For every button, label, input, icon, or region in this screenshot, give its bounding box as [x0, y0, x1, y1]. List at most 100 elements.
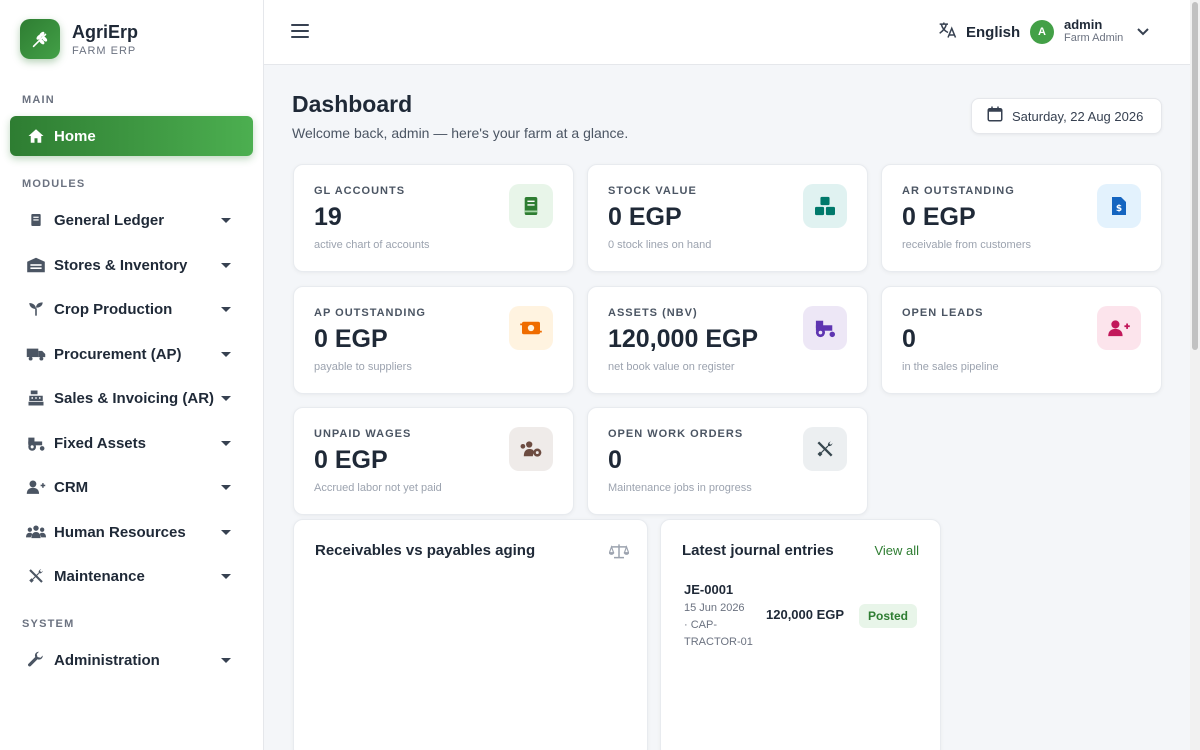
chevron-down-icon: [221, 395, 231, 401]
date-label: Saturday, 22 Aug 2026: [1012, 108, 1144, 124]
panel-title: Receivables vs payables aging: [315, 542, 536, 559]
ledger-icon: [26, 210, 46, 230]
chevron-down-icon: [221, 262, 231, 268]
user-menu[interactable]: A admin Farm Admin: [1030, 17, 1150, 45]
user-role: Farm Admin: [1064, 32, 1124, 44]
kpi-value: 19: [314, 203, 342, 231]
sidebar-item-procurement[interactable]: Procurement (AP): [10, 334, 253, 374]
sidebar-item-label: Crop Production: [54, 300, 173, 318]
kpi-label: ASSETS (NBV): [608, 307, 698, 319]
sidebar-item-general-ledger[interactable]: General Ledger: [10, 200, 253, 240]
kpi-label: STOCK VALUE: [608, 185, 697, 197]
journal-entry-meta: 15 Jun 2026 · CAP-TRACTOR-01: [684, 600, 764, 651]
sidebar-item-crop-production[interactable]: Crop Production: [10, 289, 253, 329]
sidebar-item-label: Home: [54, 127, 96, 145]
add-user-icon: [1097, 306, 1141, 350]
brand-name: AgriErp: [72, 22, 139, 42]
tools-icon: [803, 427, 847, 471]
chevron-down-icon: [221, 484, 231, 490]
sidebar-item-home[interactable]: Home: [10, 116, 253, 156]
chevron-down-icon: [221, 657, 231, 663]
sprout-icon: [26, 299, 46, 319]
kpi-label: OPEN WORK ORDERS: [608, 428, 744, 440]
kpi-label: AR OUTSTANDING: [902, 185, 1015, 197]
scrollbar-thumb[interactable]: [1192, 2, 1198, 350]
page-title: Dashboard: [292, 91, 413, 117]
section-label-system: SYSTEM: [22, 618, 75, 630]
kpi-card-assets-nbv[interactable]: ASSETS (NBV) 120,000 EGP net book value …: [587, 286, 868, 394]
svg-text:$: $: [1116, 204, 1122, 214]
sidebar-item-maintenance[interactable]: Maintenance: [10, 556, 253, 596]
tractor-icon: [803, 306, 847, 350]
kpi-card-open-leads[interactable]: OPEN LEADS 0 in the sales pipeline: [881, 286, 1162, 394]
menu-toggle-button[interactable]: [291, 24, 309, 40]
sidebar-item-stores-inventory[interactable]: Stores & Inventory: [10, 245, 253, 285]
sidebar-item-crm[interactable]: CRM: [10, 467, 253, 507]
brand-subtitle: FARM ERP: [72, 45, 137, 57]
kpi-value: 0: [902, 325, 916, 353]
kpi-subtext: receivable from customers: [902, 239, 1031, 251]
sidebar-item-human-resources[interactable]: Human Resources: [10, 512, 253, 552]
journal-panel: Latest journal entries View all JE-0001 …: [660, 519, 941, 750]
sidebar-item-label: Human Resources: [54, 523, 186, 541]
sidebar-item-fixed-assets[interactable]: Fixed Assets: [10, 423, 253, 463]
sidebar-item-label: Stores & Inventory: [54, 256, 188, 274]
tractor-icon: [26, 433, 46, 453]
truck-icon: [26, 344, 46, 364]
kpi-label: OPEN LEADS: [902, 307, 984, 319]
kpi-label: GL ACCOUNTS: [314, 185, 406, 197]
kpi-card-gl-accounts[interactable]: GL ACCOUNTS 19 active chart of accounts: [293, 164, 574, 272]
home-icon: [26, 126, 46, 146]
people-icon: [26, 522, 46, 542]
invoice-icon: $: [1097, 184, 1141, 228]
kpi-value: 0: [608, 446, 622, 474]
kpi-subtext: active chart of accounts: [314, 239, 430, 251]
book-icon: [509, 184, 553, 228]
boxes-icon: [803, 184, 847, 228]
kpi-subtext: net book value on register: [608, 361, 735, 373]
kpi-subtext: 0 stock lines on hand: [608, 239, 712, 251]
brand[interactable]: AgriErp FARM ERP: [20, 19, 138, 59]
journal-entry-id: JE-0001: [684, 582, 734, 597]
add-user-icon: [26, 477, 46, 497]
people-cog-icon: [509, 427, 553, 471]
sidebar-item-label: Sales & Invoicing (AR): [54, 389, 215, 407]
panel-title: Latest journal entries: [682, 542, 834, 559]
section-label-main: MAIN: [22, 94, 55, 106]
kpi-value: 0 EGP: [608, 203, 682, 231]
kpi-label: AP OUTSTANDING: [314, 307, 426, 319]
money-transfer-icon: [509, 306, 553, 350]
kpi-card-stock-value[interactable]: STOCK VALUE 0 EGP 0 stock lines on hand: [587, 164, 868, 272]
sidebar-item-label: Administration: [54, 651, 160, 669]
wheat-logo-icon: [20, 19, 60, 59]
avatar: A: [1030, 19, 1054, 44]
kpi-card-ar-outstanding[interactable]: AR OUTSTANDING 0 EGP receivable from cus…: [881, 164, 1162, 272]
language-switcher[interactable]: English: [938, 20, 1020, 45]
language-label: English: [966, 24, 1021, 41]
user-name: admin: [1064, 17, 1103, 32]
kpi-subtext: Accrued labor not yet paid: [314, 482, 442, 494]
view-all-link[interactable]: View all: [874, 543, 919, 558]
sidebar-item-label: General Ledger: [54, 211, 165, 229]
kpi-card-open-work-orders[interactable]: OPEN WORK ORDERS 0 Maintenance jobs in p…: [587, 407, 868, 515]
kpi-value: 0 EGP: [314, 446, 388, 474]
chevron-down-icon: [221, 440, 231, 446]
chevron-down-icon: [221, 217, 231, 223]
sidebar-item-label: Fixed Assets: [54, 434, 146, 452]
page-subtitle: Welcome back, admin — here's your farm a…: [292, 125, 629, 141]
kpi-subtext: payable to suppliers: [314, 361, 412, 373]
kpi-value: 0 EGP: [314, 325, 388, 353]
aging-panel: Receivables vs payables aging: [293, 519, 648, 750]
kpi-card-ap-outstanding[interactable]: AP OUTSTANDING 0 EGP payable to supplier…: [293, 286, 574, 394]
sidebar-item-sales-invoicing[interactable]: Sales & Invoicing (AR): [10, 378, 253, 418]
translate-icon: [938, 20, 958, 45]
status-badge: Posted: [859, 604, 918, 628]
sidebar-item-administration[interactable]: Administration: [10, 640, 253, 680]
sidebar-item-label: Maintenance: [54, 567, 145, 585]
kpi-card-unpaid-wages[interactable]: UNPAID WAGES 0 EGP Accrued labor not yet…: [293, 407, 574, 515]
kpi-value: 0 EGP: [902, 203, 976, 231]
page-scrollbar[interactable]: [1190, 0, 1200, 750]
chevron-down-icon: [221, 351, 231, 357]
wrench-icon: [26, 650, 46, 670]
balance-scale-icon: [608, 542, 630, 565]
